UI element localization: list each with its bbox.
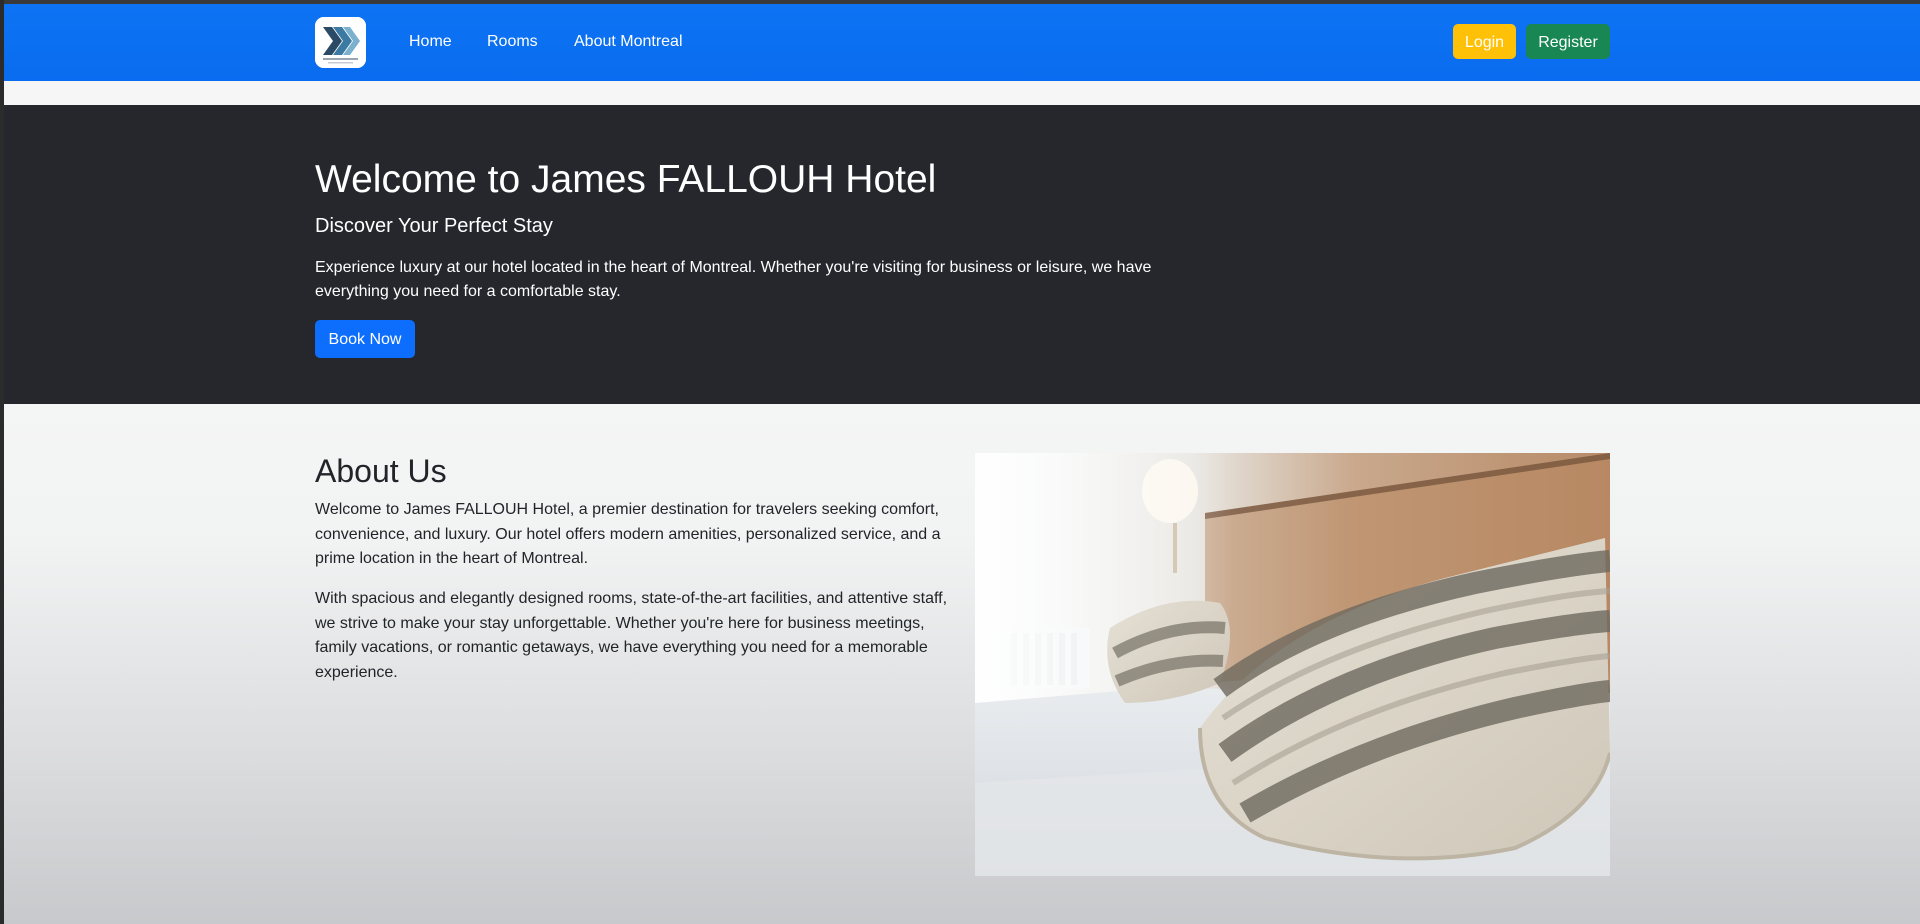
hero-subtitle: Discover Your Perfect Stay	[315, 215, 553, 237]
nav-link-home[interactable]: Home	[409, 32, 452, 52]
navbar: Home Rooms About Montreal Login Register	[4, 4, 1920, 81]
about-paragraph: Welcome to James FALLOUH Hotel, a premie…	[315, 501, 941, 567]
browser-viewport: Home Rooms About Montreal Login Register…	[0, 0, 1920, 924]
hotel-logo-icon[interactable]	[315, 17, 366, 68]
register-button[interactable]: Register	[1526, 24, 1610, 59]
hero-text: Experience luxury at our hotel located i…	[315, 259, 1152, 300]
page: Home Rooms About Montreal Login Register…	[4, 4, 1920, 924]
about-paragraph: With spacious and elegantly designed roo…	[315, 590, 948, 681]
navbar-spacer	[4, 81, 1920, 105]
hero-section: Welcome to James FALLOUH Hotel Discover …	[4, 105, 1920, 404]
login-button[interactable]: Login	[1453, 24, 1516, 59]
hotel-bed-pillows-photo	[975, 453, 1610, 876]
nav-link-about-montreal[interactable]: About Montreal	[574, 32, 683, 52]
about-section: About Us Welcome to James FALLOUH Hotel,…	[4, 404, 1920, 924]
nav-link-rooms[interactable]: Rooms	[487, 32, 538, 52]
book-now-button[interactable]: Book Now	[315, 320, 415, 358]
hero-title: Welcome to James FALLOUH Hotel	[315, 158, 937, 201]
about-title: About Us	[315, 453, 447, 489]
